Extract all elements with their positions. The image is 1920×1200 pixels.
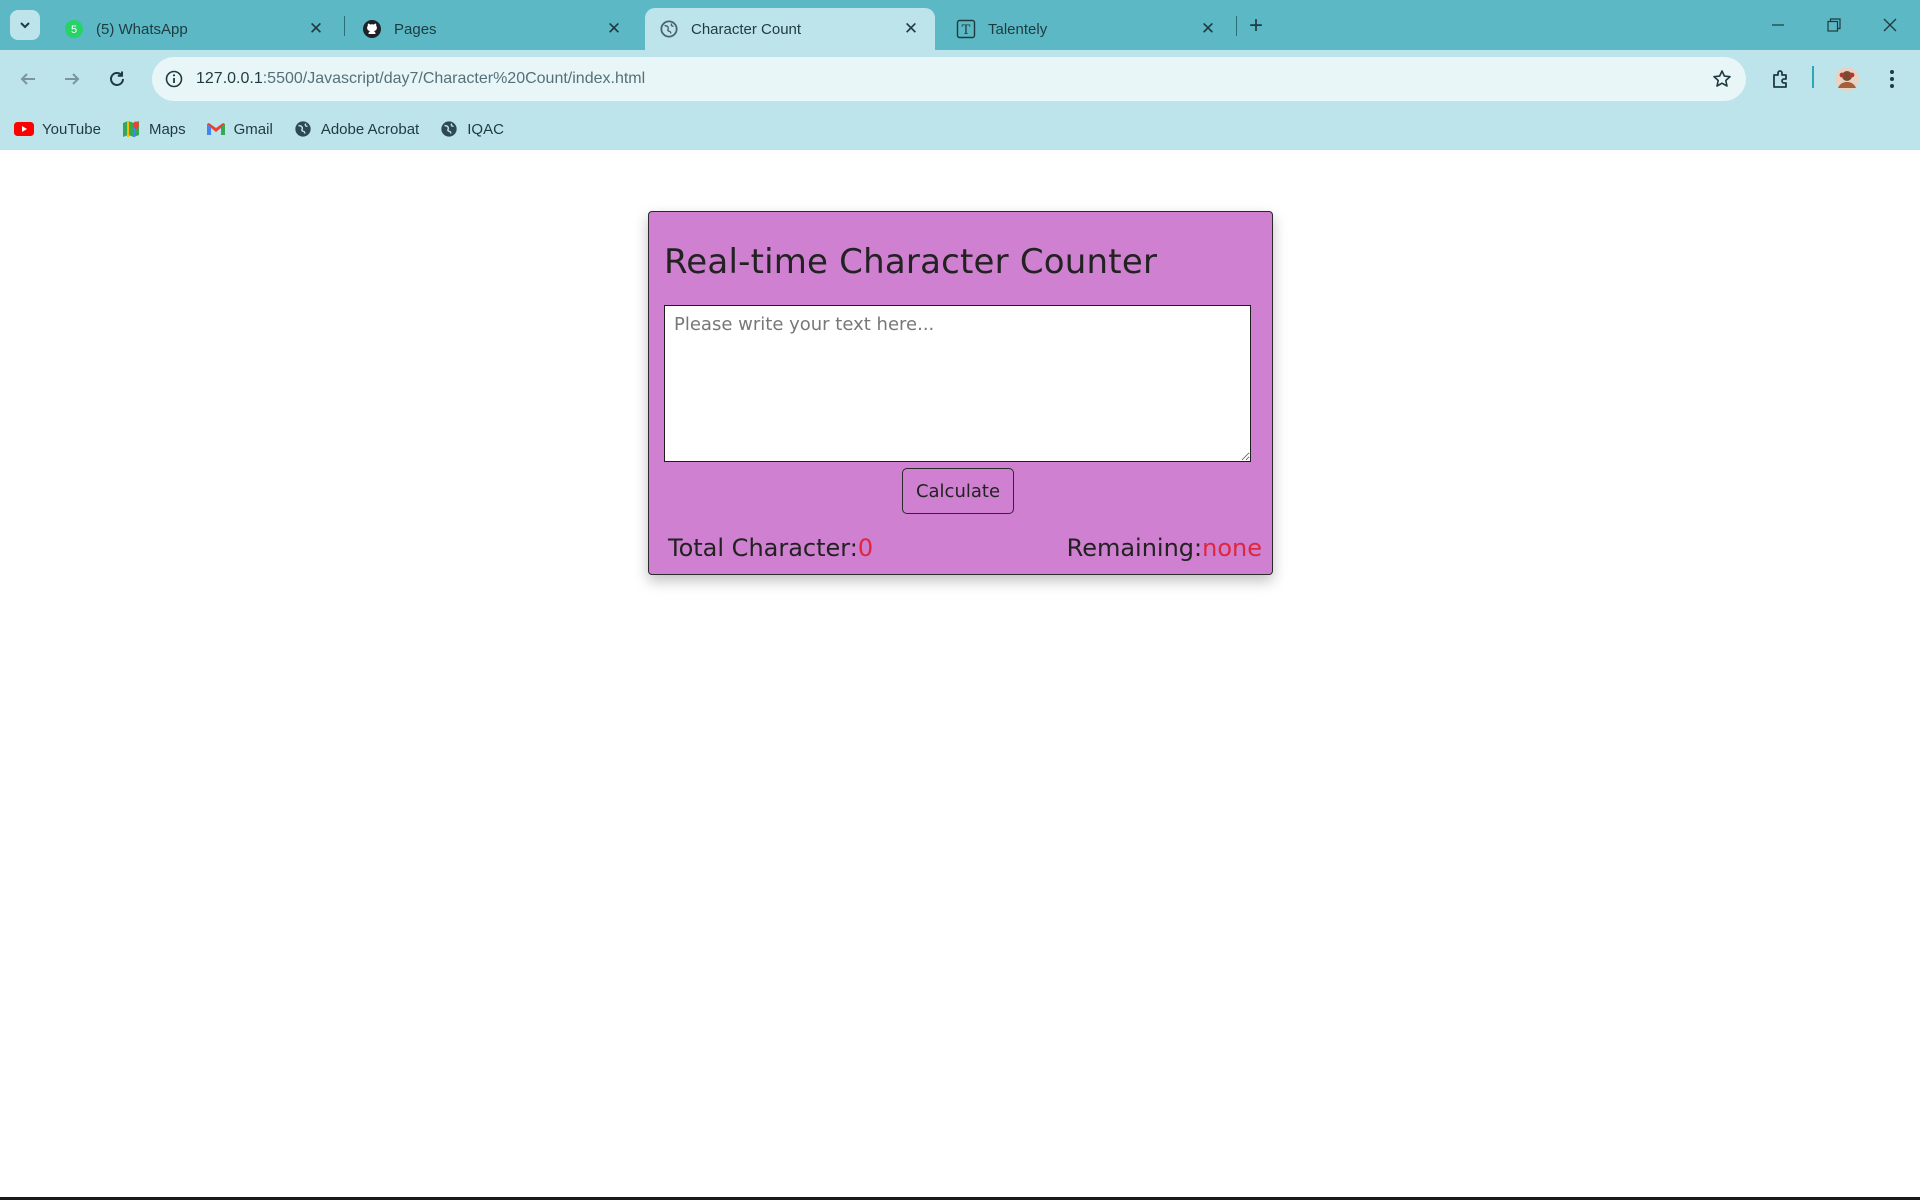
close-tab-icon[interactable]: ✕: [1196, 17, 1220, 41]
bookmark-label: IQAC: [467, 120, 504, 138]
close-window-button[interactable]: [1862, 0, 1918, 50]
forward-arrow-icon: [65, 73, 80, 85]
bookmark-iqac[interactable]: IQAC: [439, 119, 504, 139]
bookmark-maps[interactable]: Maps: [121, 119, 186, 139]
bookmark-star-icon[interactable]: [1708, 65, 1736, 93]
bookmark-youtube[interactable]: YouTube: [14, 119, 101, 139]
globe-icon: [439, 119, 459, 139]
close-icon: [1883, 18, 1897, 32]
counter-card: Real-time Character Counter Calculate To…: [648, 211, 1273, 575]
puzzle-icon: [1773, 70, 1787, 88]
tab-separator: [344, 16, 345, 36]
new-tab-button[interactable]: +: [1240, 10, 1272, 42]
forward-button[interactable]: [54, 61, 90, 97]
tab-whatsapp[interactable]: 5 (5) WhatsApp ✕: [50, 8, 340, 50]
more-vertical-icon: [1890, 70, 1894, 88]
page-content: Real-time Character Counter Calculate To…: [0, 150, 1920, 1200]
whatsapp-icon: 5: [64, 19, 84, 39]
url-host: 127.0.0.1: [196, 70, 263, 87]
minimize-button[interactable]: [1750, 0, 1806, 50]
text-input[interactable]: [664, 305, 1251, 462]
remaining-label: Remaining:: [1066, 534, 1203, 562]
back-arrow-icon: [20, 73, 35, 85]
globe-icon: [293, 119, 313, 139]
url-text: 127.0.0.1:5500/Javascript/day7/Character…: [196, 70, 645, 88]
bookmark-adobe-acrobat[interactable]: Adobe Acrobat: [293, 119, 419, 139]
svg-text:T: T: [962, 23, 971, 38]
bookmark-label: Gmail: [233, 120, 273, 138]
tab-character-count[interactable]: Character Count ✕: [645, 8, 935, 50]
url-path: :5500/Javascript/day7/Character%20Count/…: [262, 70, 646, 87]
browser-menu-button[interactable]: [1874, 61, 1910, 97]
tab-title: (5) WhatsApp: [96, 20, 188, 38]
remaining-value: none: [1202, 534, 1262, 562]
tab-separator: [1236, 16, 1237, 36]
maps-icon: [121, 119, 141, 139]
back-button[interactable]: [10, 61, 46, 97]
bookmarks-bar: YouTube Maps Gmail Adobe Acrobat IQAC: [0, 108, 1920, 150]
site-info-icon[interactable]: [152, 57, 196, 101]
svg-text:5: 5: [71, 24, 77, 36]
bookmark-gmail[interactable]: Gmail: [206, 119, 273, 139]
close-tab-icon[interactable]: ✕: [899, 17, 923, 41]
minimize-icon: [1772, 24, 1784, 26]
profile-avatar[interactable]: [1829, 61, 1865, 97]
reload-button[interactable]: [99, 61, 135, 97]
chevron-down-icon: [20, 22, 30, 29]
github-icon: [362, 19, 382, 39]
total-character-stat: Total Character:0: [668, 534, 873, 562]
tab-search-button[interactable]: [10, 10, 40, 40]
total-character-value: 0: [857, 534, 874, 562]
restore-button[interactable]: [1806, 0, 1862, 50]
bookmark-label: Adobe Acrobat: [320, 120, 420, 138]
globe-icon: [659, 19, 679, 39]
tab-strip: 5 (5) WhatsApp ✕ Pages ✕ Character Count…: [0, 0, 1920, 50]
close-tab-icon[interactable]: ✕: [304, 17, 328, 41]
total-character-label: Total Character:: [668, 534, 858, 562]
address-bar[interactable]: 127.0.0.1:5500/Javascript/day7/Character…: [152, 57, 1746, 101]
extensions-button[interactable]: [1763, 61, 1799, 97]
gmail-icon: [206, 119, 226, 139]
talentely-icon: T: [956, 19, 976, 39]
reload-icon: [110, 71, 124, 86]
restore-icon: [1827, 18, 1841, 32]
tab-title: Talentely: [988, 20, 1048, 38]
calculate-button[interactable]: Calculate: [902, 468, 1014, 514]
close-tab-icon[interactable]: ✕: [602, 17, 626, 41]
tab-pages[interactable]: Pages ✕: [348, 8, 638, 50]
remaining-stat: Remaining:none: [1067, 534, 1262, 562]
bookmark-label: Maps: [148, 120, 186, 138]
tab-title: Character Count: [691, 20, 802, 38]
youtube-icon: [14, 119, 34, 139]
toolbar-divider: [1812, 66, 1814, 88]
avatar: [1835, 67, 1859, 91]
bookmark-label: YouTube: [42, 120, 101, 138]
tab-talentely[interactable]: T Talentely ✕: [942, 8, 1232, 50]
page-title: Real-time Character Counter: [664, 242, 1158, 282]
browser-toolbar: 127.0.0.1:5500/Javascript/day7/Character…: [0, 50, 1920, 108]
tab-title: Pages: [394, 20, 437, 38]
